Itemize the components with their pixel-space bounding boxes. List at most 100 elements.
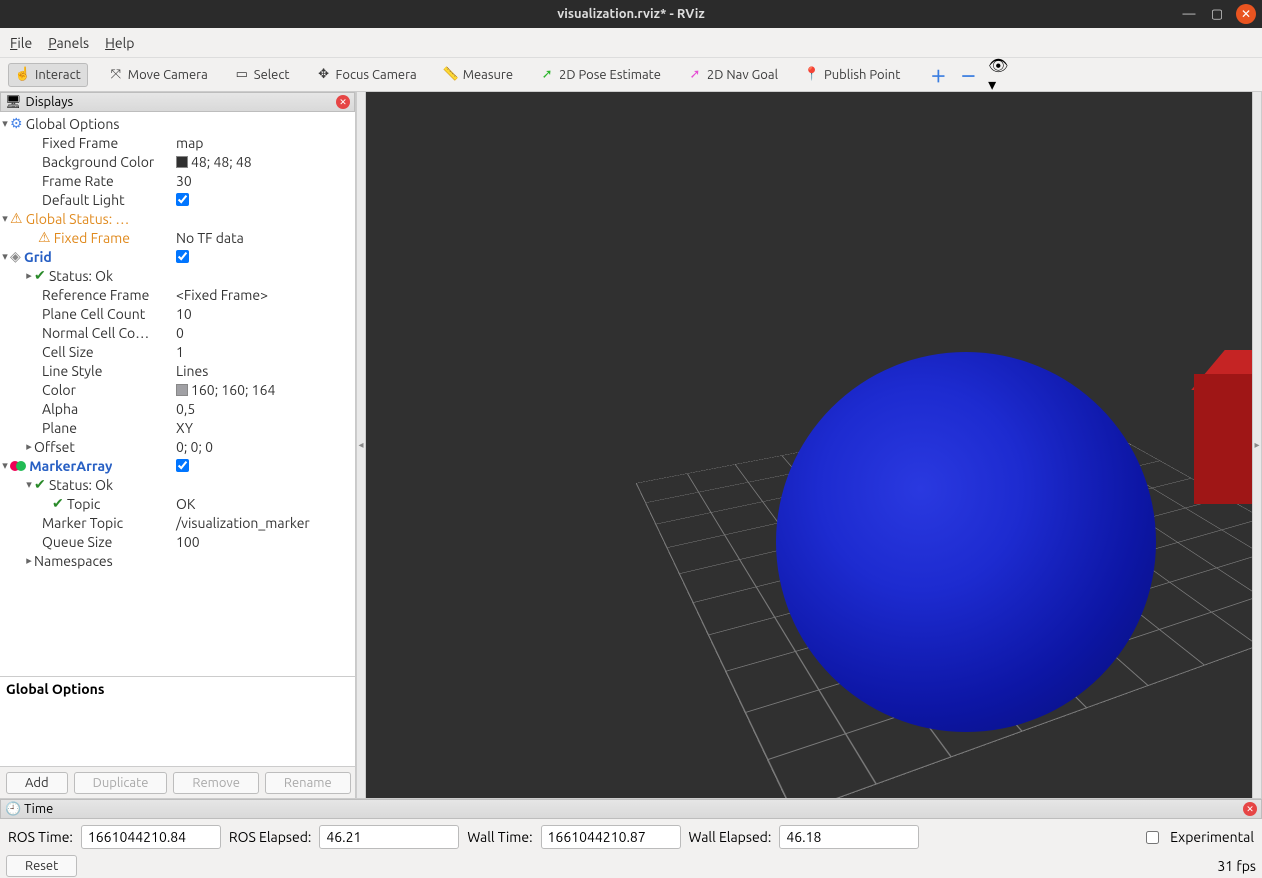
time-header[interactable]: 🕘 Time✕ xyxy=(0,799,1262,819)
tree-ma-namespaces[interactable]: Namespaces xyxy=(34,553,113,569)
monitor-icon: 🖥 xyxy=(5,95,22,110)
tool-interact[interactable]: ☝Interact xyxy=(8,63,88,87)
minimize-icon[interactable]: — xyxy=(1180,5,1198,23)
description-area: Global Options xyxy=(0,676,355,766)
eye-icon[interactable]: 👁 ▾ xyxy=(990,67,1006,83)
fps-label: 31 fps xyxy=(1217,858,1256,874)
tree-ma-queue[interactable]: Queue Size xyxy=(42,534,112,550)
menu-file[interactable]: File xyxy=(10,35,32,51)
minus-icon[interactable]: － xyxy=(960,67,976,83)
default-light-checkbox[interactable] xyxy=(176,193,189,206)
time-close-icon[interactable]: ✕ xyxy=(1243,802,1257,816)
wall-time-label: Wall Time: xyxy=(467,829,532,845)
menu-panels[interactable]: Panels xyxy=(48,35,89,51)
tool-select[interactable]: ▭Select xyxy=(228,64,296,86)
tree-fixed-frame[interactable]: Fixed Frame xyxy=(42,135,118,151)
tree-fixed-frame-value[interactable]: map xyxy=(172,135,203,151)
time-panel: 🕘 Time✕ ROS Time: ROS Elapsed: Wall Time… xyxy=(0,798,1262,878)
tool-publish-point[interactable]: 📍Publish Point xyxy=(798,64,906,86)
tree-grid-linestyle[interactable]: Line Style xyxy=(42,363,102,379)
tree-ma-markertopic[interactable]: Marker Topic xyxy=(42,515,123,531)
grid-color-swatch[interactable] xyxy=(176,384,188,396)
tree-grid-linestyle-value[interactable]: Lines xyxy=(172,363,208,379)
check-icon: ✔ xyxy=(52,495,64,512)
tree-grid-color[interactable]: Color xyxy=(42,382,76,398)
duplicate-button[interactable]: Duplicate xyxy=(74,772,168,794)
tree-status-fixed-frame-value: No TF data xyxy=(172,230,244,246)
wall-time-input[interactable] xyxy=(541,825,681,849)
plus-icon[interactable]: ＋ xyxy=(930,67,946,83)
tree-markerarray[interactable]: MarkerArray xyxy=(29,458,112,474)
remove-button[interactable]: Remove xyxy=(173,772,259,794)
tool-measure[interactable]: 📏Measure xyxy=(437,64,519,86)
grid-checkbox[interactable] xyxy=(176,250,189,263)
time-title: Time xyxy=(24,802,53,816)
panel-close-icon[interactable]: ✕ xyxy=(336,95,350,109)
maximize-icon[interactable]: ▢ xyxy=(1208,5,1226,23)
tree-grid-plane[interactable]: Plane xyxy=(42,420,77,436)
tree-ma-queue-value[interactable]: 100 xyxy=(172,534,200,550)
gear-icon: ⚙ xyxy=(10,115,23,132)
ros-time-input[interactable] xyxy=(81,825,221,849)
tree-bg-color[interactable]: Background Color xyxy=(42,154,154,170)
tree-grid-normcells[interactable]: Normal Cell Co… xyxy=(42,325,149,341)
scene-sphere xyxy=(776,352,1156,732)
tree-status-fixed-frame[interactable]: Fixed Frame xyxy=(54,230,130,246)
menu-help[interactable]: Help xyxy=(105,35,134,51)
tree-grid-color-value[interactable]: 160; 160; 164 xyxy=(191,382,275,398)
tree-grid-planecells-value[interactable]: 10 xyxy=(172,306,192,322)
tree-grid-status[interactable]: Status: Ok xyxy=(49,268,113,284)
tree-grid-offset-value[interactable]: 0; 0; 0 xyxy=(172,439,213,455)
tree-grid-offset[interactable]: Offset xyxy=(34,439,75,455)
collapse-right-icon[interactable]: ▸ xyxy=(1252,92,1262,798)
close-icon[interactable]: ✕ xyxy=(1236,4,1256,24)
tree-frame-rate[interactable]: Frame Rate xyxy=(42,173,114,189)
tree-grid-alpha-value[interactable]: 0,5 xyxy=(172,401,195,417)
3d-viewport[interactable] xyxy=(366,92,1252,798)
tree-ma-status[interactable]: Status: Ok xyxy=(49,477,113,493)
tree-ma-topic[interactable]: Topic xyxy=(67,496,100,512)
tree-default-light[interactable]: Default Light xyxy=(42,192,125,208)
tree-grid-plane-value[interactable]: XY xyxy=(172,420,193,436)
tool-2d-pose[interactable]: ➚2D Pose Estimate xyxy=(533,64,667,86)
scene-cube xyxy=(1194,374,1252,504)
displays-tree[interactable]: ▾⚙ Global Options Fixed Framemap Backgro… xyxy=(0,112,355,676)
tree-grid-refframe-value[interactable]: <Fixed Frame> xyxy=(172,287,268,303)
tree-bg-color-value[interactable]: 48; 48; 48 xyxy=(191,154,252,170)
wall-elapsed-label: Wall Elapsed: xyxy=(689,829,772,845)
tree-grid-cellsize[interactable]: Cell Size xyxy=(42,344,94,360)
ros-elapsed-input[interactable] xyxy=(319,825,459,849)
tool-focus-camera[interactable]: ✥Focus Camera xyxy=(310,64,423,86)
toolbar: ☝Interact ⤧Move Camera ▭Select ✥Focus Ca… xyxy=(0,58,1262,92)
cursor-icon: ☝ xyxy=(15,67,31,83)
markerarray-checkbox[interactable] xyxy=(176,459,189,472)
reset-button[interactable]: Reset xyxy=(6,855,77,877)
tree-ma-markertopic-value[interactable]: /visualization_marker xyxy=(172,515,310,531)
tree-grid-alpha[interactable]: Alpha xyxy=(42,401,78,417)
tool-move-camera[interactable]: ⤧Move Camera xyxy=(102,64,214,86)
tree-grid-cellsize-value[interactable]: 1 xyxy=(172,344,184,360)
grid-icon: ◈ xyxy=(10,248,21,265)
tree-grid-normcells-value[interactable]: 0 xyxy=(172,325,184,341)
tree-grid[interactable]: Grid xyxy=(24,249,52,265)
displays-header[interactable]: 🖥 Displays ✕ xyxy=(0,92,355,112)
wall-elapsed-input[interactable] xyxy=(779,825,919,849)
arrow-green-icon: ➚ xyxy=(539,67,555,83)
arrow-pink-icon: ➚ xyxy=(687,67,703,83)
ros-elapsed-label: ROS Elapsed: xyxy=(229,829,312,845)
tree-global-options[interactable]: Global Options xyxy=(26,116,120,132)
tree-global-status[interactable]: Global Status: … xyxy=(26,211,130,227)
bg-color-swatch[interactable] xyxy=(176,156,188,168)
menubar: File Panels Help xyxy=(0,28,1262,58)
tree-grid-planecells[interactable]: Plane Cell Count xyxy=(42,306,145,322)
tool-2d-nav[interactable]: ➚2D Nav Goal xyxy=(681,64,784,86)
collapse-left-icon[interactable]: ◂ xyxy=(356,92,366,798)
experimental-checkbox[interactable] xyxy=(1146,831,1159,844)
rename-button[interactable]: Rename xyxy=(265,772,351,794)
add-button[interactable]: Add xyxy=(6,772,68,794)
tree-grid-refframe[interactable]: Reference Frame xyxy=(42,287,149,303)
display-buttons: Add Duplicate Remove Rename xyxy=(0,766,355,798)
warn-icon: ⚠ xyxy=(38,229,51,246)
experimental-label[interactable]: Experimental xyxy=(1146,829,1254,845)
tree-frame-rate-value[interactable]: 30 xyxy=(172,173,192,189)
